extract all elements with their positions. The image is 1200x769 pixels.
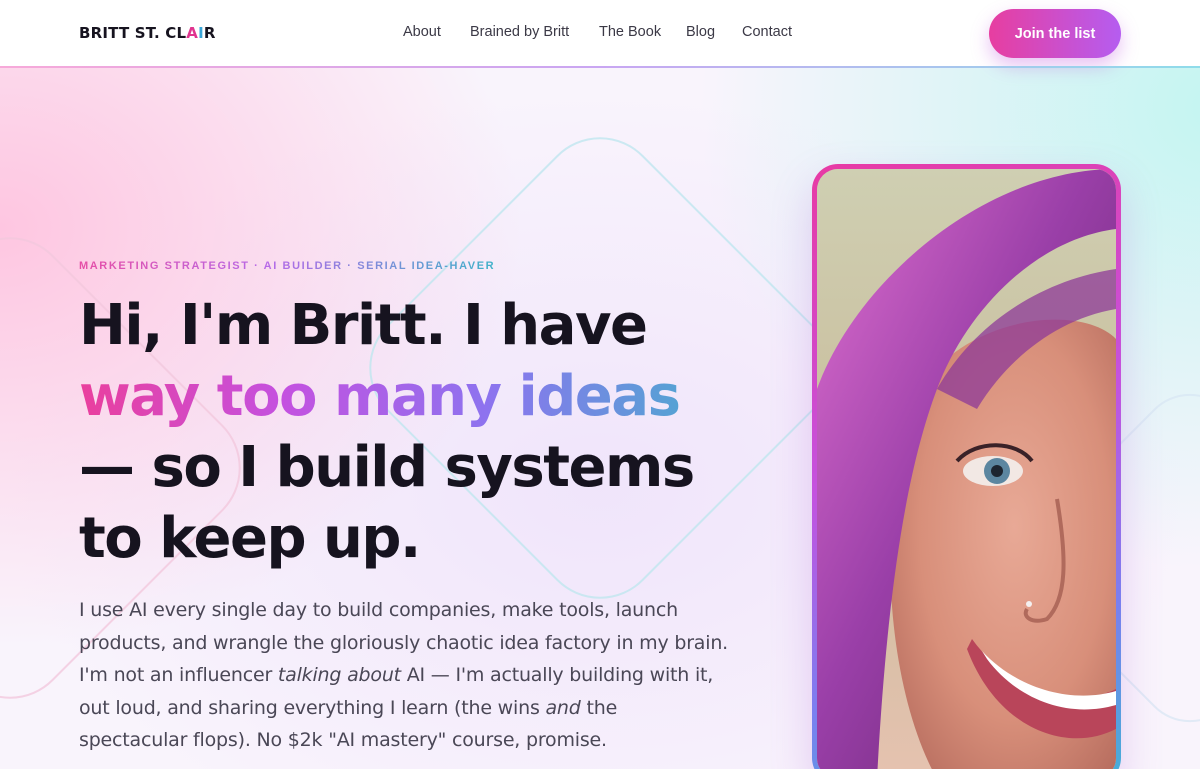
headline-highlight: way too many ideas: [79, 361, 759, 432]
portrait-frame: [812, 164, 1121, 769]
site-logo[interactable]: BRITT ST. CLAIR: [79, 24, 216, 42]
header-divider: [0, 66, 1200, 68]
nav-link-the-book[interactable]: The Book: [599, 24, 661, 40]
logo-text-prefix: BRITT ST. CL: [79, 24, 187, 42]
nav-link-blog[interactable]: Blog: [686, 24, 715, 40]
nav-link-brained-by-britt[interactable]: Brained by Britt: [470, 24, 569, 40]
headline-line-4: to keep up.: [79, 506, 421, 571]
headline-line-1: Hi, I'm Britt. I have: [79, 293, 648, 358]
hero-headline: Hi, I'm Britt. I have way too many ideas…: [79, 290, 759, 574]
nav-link-about[interactable]: About: [403, 24, 441, 40]
body-emphasis-1: talking about: [277, 664, 401, 686]
logo-letter-a: A: [186, 24, 199, 42]
portrait-illustration: [817, 169, 1116, 769]
logo-text-suffix: R: [203, 24, 216, 42]
hero-body-copy: I use AI every single day to build compa…: [79, 594, 729, 757]
portrait-photo: [817, 169, 1116, 769]
headline-line-3: — so I build systems: [79, 435, 695, 500]
body-emphasis-2: and: [545, 696, 581, 719]
nav-link-contact[interactable]: Contact: [742, 24, 792, 40]
hero-eyebrow: MARKETING STRATEGIST · AI BUILDER · SERI…: [79, 260, 496, 272]
site-header: BRITT ST. CLAIR About Brained by Britt T…: [0, 0, 1200, 67]
join-the-list-button[interactable]: Join the list: [989, 9, 1121, 58]
